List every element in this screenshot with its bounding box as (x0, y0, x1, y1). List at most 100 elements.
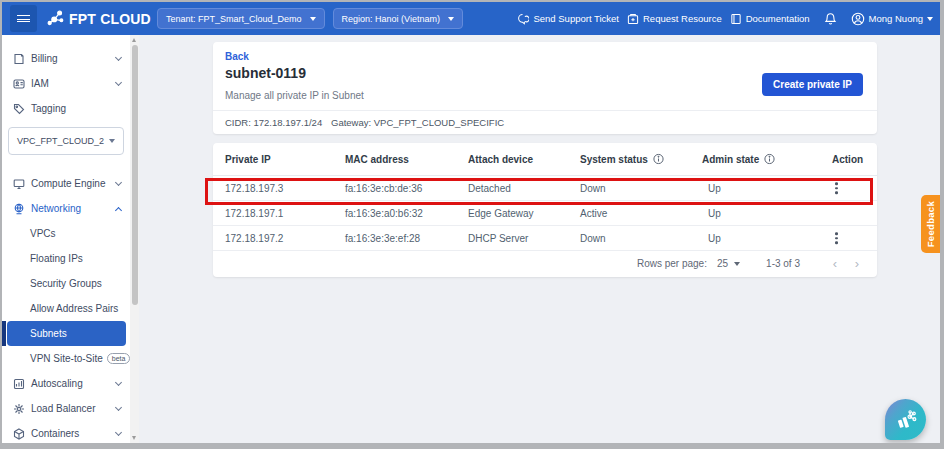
support-ticket-icon (517, 13, 529, 25)
back-link[interactable]: Back (225, 51, 249, 62)
region-select[interactable]: Region: Hanoi (Vietnam) (333, 8, 463, 29)
request-resource-link[interactable]: Request Resource (627, 13, 722, 25)
chat-bot-icon (894, 408, 918, 432)
sidebar-item-vpcs[interactable]: VPCs (2, 221, 130, 246)
sidebar-item-security-groups[interactable]: Security Groups (2, 271, 130, 296)
load-balancer-icon (12, 402, 25, 415)
private-ip-table-card: Private IP MAC address Attach device Sys… (213, 143, 877, 277)
scroll-up-arrow[interactable] (132, 38, 136, 42)
sidebar-item-compute-engine[interactable]: Compute Engine (2, 171, 130, 196)
beta-badge: beta (107, 353, 131, 364)
send-support-ticket-link[interactable]: Send Support Ticket (517, 13, 619, 25)
chevron-down-icon (115, 428, 122, 435)
col-private-ip: Private IP (225, 154, 271, 165)
scroll-down-arrow[interactable] (132, 436, 136, 440)
col-system-status: System status (580, 154, 648, 165)
vpc-selector[interactable]: VPC_FPT_CLOUD_2 (8, 127, 124, 155)
sidebar-item-autoscaling[interactable]: Autoscaling (2, 371, 130, 396)
sidebar-item-allow-address-pairs[interactable]: Allow Address Pairs (2, 296, 130, 321)
sidebar-scrollbar[interactable] (130, 35, 139, 443)
chevron-down-icon (115, 378, 122, 385)
page-title: subnet-0119 (225, 65, 306, 81)
iam-icon (12, 77, 25, 90)
notifications-button[interactable] (824, 12, 837, 26)
info-icon[interactable] (764, 154, 775, 165)
menu-button[interactable] (10, 5, 37, 32)
divider (213, 110, 877, 111)
chevron-down-icon (734, 262, 740, 266)
row-actions-button[interactable] (835, 232, 838, 244)
system-status-value: Active (580, 208, 607, 219)
attach-device-value: DHCP Server (468, 233, 528, 244)
create-private-ip-button[interactable]: Create private IP (762, 73, 863, 96)
sidebar-item-iam[interactable]: IAM (2, 71, 130, 96)
admin-state-value: Up (708, 233, 721, 244)
mac-value: fa:16:3e:3e:ef:28 (345, 233, 420, 244)
rows-per-page-label: Rows per page: (637, 258, 707, 269)
fpt-cloud-logo: FPT CLOUD (47, 2, 151, 35)
gateway-value: Gateway: VPC_FPT_CLOUD_SPECIFIC (331, 117, 631, 128)
page-subtitle: Manage all private IP in Subnet (225, 90, 364, 101)
chevron-down-icon (115, 178, 122, 185)
private-ip-value: 172.18.197.1 (225, 208, 283, 219)
highlight-box (205, 178, 873, 205)
fpt-molecule-icon (47, 10, 65, 27)
chevron-down-icon (448, 17, 454, 21)
pagination-range: 1-3 of 3 (766, 258, 800, 269)
system-status-value: Down (580, 233, 606, 244)
sidebar-item-containers[interactable]: Containers (2, 421, 130, 443)
info-icon[interactable] (653, 154, 664, 165)
user-menu[interactable]: Mong Nuong (851, 12, 933, 26)
scrollbar-thumb[interactable] (132, 45, 138, 305)
autoscaling-icon (12, 377, 25, 390)
app-window: FPT CLOUD Tenant: FPT_Smart_Cloud_Demo R… (2, 2, 940, 443)
sidebar-item-networking[interactable]: Networking (2, 196, 130, 221)
cidr-value: CIDR: 172.18.197.1/24 (225, 117, 322, 128)
top-navbar: FPT CLOUD Tenant: FPT_Smart_Cloud_Demo R… (2, 2, 940, 35)
documentation-link[interactable]: Documentation (730, 13, 810, 25)
tagging-icon (12, 102, 25, 115)
hamburger-icon (17, 15, 30, 22)
networking-icon (12, 202, 25, 215)
selected-item-indicator (2, 321, 6, 346)
feedback-tab[interactable]: Feedback (921, 195, 940, 253)
sidebar-item-load-balancer[interactable]: Load Balancer (2, 396, 130, 421)
attach-device-value: Edge Gateway (468, 208, 534, 219)
tenant-select[interactable]: Tenant: FPT_Smart_Cloud_Demo (157, 8, 325, 29)
sidebar: Billing IAM Tagging VPC_FPT_CLOUD_2 Comp… (2, 35, 130, 443)
table-header: Private IP MAC address Attach device Sys… (213, 143, 877, 176)
bell-icon (824, 12, 837, 26)
col-action: Action (832, 154, 863, 165)
chevron-up-icon (115, 207, 122, 214)
sidebar-item-billing[interactable]: Billing (2, 46, 130, 71)
mac-value: fa:16:3e:a0:b6:32 (345, 208, 423, 219)
user-avatar-icon (851, 12, 865, 26)
documentation-icon (730, 13, 742, 25)
sidebar-item-floating-ips[interactable]: Floating IPs (2, 246, 130, 271)
request-resource-icon (627, 13, 639, 25)
chat-support-button[interactable] (885, 399, 926, 440)
chevron-down-icon (115, 53, 122, 60)
logo-text: FPT CLOUD (69, 11, 151, 27)
col-admin-state: Admin state (702, 154, 759, 165)
sidebar-item-subnets[interactable]: Subnets (7, 321, 126, 346)
compute-engine-icon (12, 177, 25, 190)
subnet-header-card: Back subnet-0119 Manage all private IP i… (213, 42, 877, 134)
rows-per-page-select[interactable]: 25 (717, 258, 740, 269)
chevron-down-icon (115, 78, 122, 85)
next-page-button[interactable]: › (846, 256, 868, 271)
billing-icon (12, 52, 25, 65)
table-pagination: Rows per page: 25 1-3 of 3 ‹ › (213, 251, 877, 276)
sidebar-item-tagging[interactable]: Tagging (2, 96, 130, 121)
chevron-down-icon (109, 139, 115, 143)
admin-state-value: Up (708, 208, 721, 219)
private-ip-value: 172.18.197.2 (225, 233, 283, 244)
previous-page-button[interactable]: ‹ (824, 256, 846, 271)
sidebar-item-vpn-site-to-site[interactable]: VPN Site-to-Site beta (2, 346, 130, 371)
col-attach-device: Attach device (468, 154, 533, 165)
table-row: 172.18.197.2 fa:16:3e:3e:ef:28 DHCP Serv… (213, 226, 877, 251)
chevron-down-icon (310, 17, 316, 21)
col-mac-address: MAC address (345, 154, 409, 165)
containers-icon (12, 427, 25, 440)
chevron-down-icon (115, 403, 122, 410)
